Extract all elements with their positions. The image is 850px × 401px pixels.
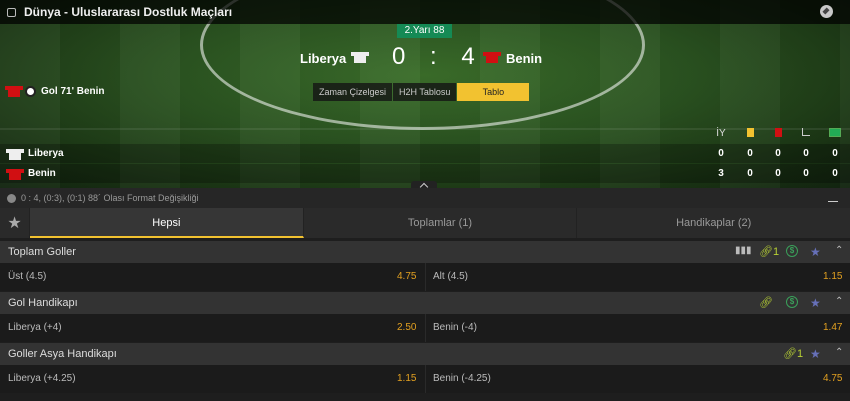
stat-value: 0 [832, 168, 838, 179]
stat-value: 0 [718, 148, 724, 159]
corner-icon [799, 128, 813, 139]
market-filter-bar: ★ Hepsi Toplamlar (1) Handikaplar (2) [0, 208, 850, 238]
checkbox-icon[interactable] [7, 7, 16, 17]
red-card-icon [771, 128, 785, 140]
link-icon[interactable]: 🔗︎1 [783, 347, 803, 360]
divider [425, 263, 426, 291]
away-score: 4 [461, 43, 477, 70]
market-header[interactable]: Goller Asya Handikapı 🔗︎1 ★ ⌃ [0, 343, 850, 365]
stat-value: 3 [718, 168, 724, 179]
selection-label: Liberya (+4) [8, 322, 62, 333]
market-title: Goller Asya Handikapı [8, 348, 117, 360]
favorite-star-icon[interactable]: ★ [810, 296, 821, 310]
filter-tab-all[interactable]: Hepsi [30, 208, 304, 238]
stats-header: İY [0, 128, 850, 142]
odds-value[interactable]: 1.15 [397, 373, 416, 384]
home-shirt-icon [6, 149, 24, 160]
stat-value: 0 [775, 168, 781, 179]
selection-label: Benin (-4.25) [433, 373, 491, 384]
scoreboard: 0 : 4 [392, 43, 477, 71]
first-half-label: İY [716, 128, 726, 139]
selection-label: Benin (-4) [433, 322, 477, 333]
link-icon[interactable]: 🔗︎ [759, 296, 773, 309]
period-badge: 2.Yarı 88 [397, 24, 452, 38]
page-title: Dünya - Uluslararası Dostluk Maçları [24, 5, 233, 19]
stats-team-name: Liberya [28, 148, 64, 159]
stats-team-name: Benin [28, 168, 56, 179]
chevron-up-icon[interactable]: ⌃ [835, 296, 843, 307]
last-event: Gol 71' Benin [5, 86, 105, 97]
odds-value[interactable]: 4.75 [397, 271, 416, 282]
collapse-handle[interactable] [411, 181, 437, 188]
favorite-star-icon[interactable]: ★ [810, 347, 821, 361]
odds-row: Üst (4.5) 4.75 Alt (4.5) 1.15 [0, 263, 850, 291]
chevron-up-icon[interactable]: ⌃ [835, 245, 843, 256]
market-header[interactable]: Toplam Goller ▮▮▮ 🔗︎1 $ ★ ⌃ [0, 241, 850, 263]
score-separator: : [430, 43, 439, 70]
filter-tab-handicaps[interactable]: Handikaplar (2) [577, 208, 850, 238]
ball-icon [25, 86, 36, 97]
cashout-icon[interactable]: $ [786, 245, 798, 257]
stat-value: 0 [832, 148, 838, 159]
odds-row: Liberya (+4) 2.50 Benin (-4) 1.47 [0, 314, 850, 342]
home-shirt-icon [351, 52, 369, 63]
favorites-star-icon[interactable]: ★ [0, 208, 30, 238]
selection-label: Liberya (+4.25) [8, 373, 76, 384]
info-text: 0 : 4, (0:3), (0:1) 88´ Olası Format Değ… [21, 193, 199, 203]
away-shirt-icon [483, 52, 501, 63]
stats-chart-icon[interactable] [828, 194, 838, 202]
selection-label: Üst (4.5) [8, 271, 47, 282]
away-team-name: Benin [506, 51, 543, 66]
tab-timeline[interactable]: Zaman Çizelgesi [313, 83, 393, 101]
tab-h2h[interactable]: H2H Tablosu [393, 83, 457, 101]
cashout-icon[interactable]: $ [786, 296, 798, 308]
penalty-icon [828, 128, 842, 140]
stat-value: 0 [775, 148, 781, 159]
chevron-up-icon[interactable]: ⌃ [835, 347, 843, 358]
odds-value[interactable]: 1.47 [823, 322, 842, 333]
stats-row-home: Liberya 0 0 0 0 0 [0, 144, 850, 163]
odds-value[interactable]: 2.50 [397, 322, 416, 333]
link-count: 1 [772, 246, 780, 258]
odds-value[interactable]: 4.75 [823, 373, 842, 384]
bar-chart-icon[interactable]: ▮▮▮ [735, 245, 752, 256]
divider [425, 314, 426, 342]
away-shirt-icon [5, 86, 23, 97]
link-count: 1 [796, 348, 804, 360]
yellow-card-icon [743, 128, 757, 140]
odds-row: Liberya (+4.25) 1.15 Benin (-4.25) 4.75 [0, 365, 850, 393]
market-title: Toplam Goller [8, 246, 76, 258]
compass-icon[interactable] [820, 5, 833, 18]
home-score: 0 [392, 43, 408, 70]
odds-value[interactable]: 1.15 [823, 271, 842, 282]
stat-value: 0 [747, 168, 753, 179]
headset-icon [7, 193, 16, 203]
last-event-text: Gol 71' Benin [41, 86, 105, 97]
market-title: Gol Handikapı [8, 297, 78, 309]
divider [425, 365, 426, 393]
link-icon[interactable]: 🔗︎1 [759, 245, 779, 258]
info-line: 0 : 4, (0:3), (0:1) 88´ Olası Format Değ… [0, 188, 850, 208]
filter-tab-totals[interactable]: Toplamlar (1) [304, 208, 578, 238]
stat-value: 0 [747, 148, 753, 159]
home-team-name: Liberya [300, 51, 347, 66]
market-header[interactable]: Gol Handikapı 🔗︎ $ ★ ⌃ [0, 292, 850, 314]
top-bar: Dünya - Uluslararası Dostluk Maçları [0, 0, 850, 24]
tab-table[interactable]: Tablo [457, 83, 530, 101]
match-hero: Dünya - Uluslararası Dostluk Maçları 2.Y… [0, 0, 850, 188]
favorite-star-icon[interactable]: ★ [810, 245, 821, 259]
view-tabs: Zaman Çizelgesi H2H Tablosu Tablo [313, 83, 530, 101]
stat-value: 0 [803, 148, 809, 159]
selection-label: Alt (4.5) [433, 271, 469, 282]
stat-value: 0 [803, 168, 809, 179]
away-shirt-icon [6, 169, 24, 180]
